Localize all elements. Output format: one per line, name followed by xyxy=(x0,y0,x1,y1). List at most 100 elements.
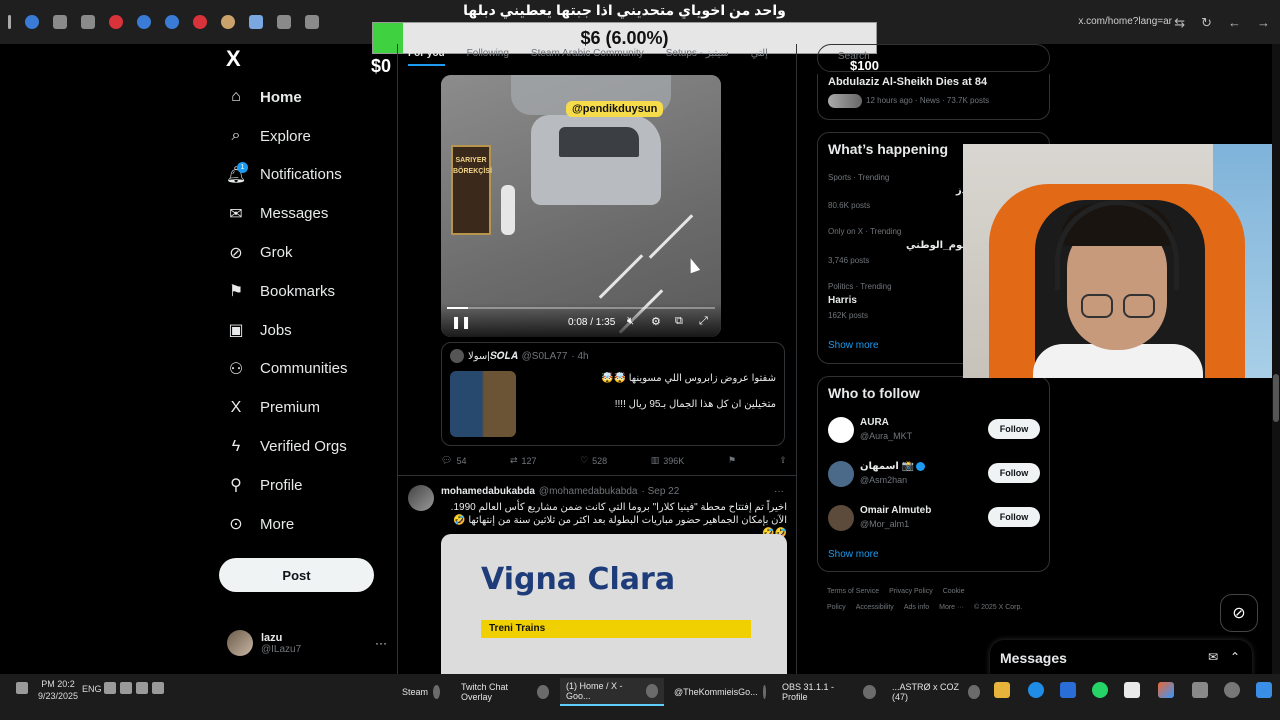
trend-name[interactable]: يوم_الوطني xyxy=(906,240,966,251)
youtube-icon[interactable] xyxy=(109,15,123,29)
chevron-up-icon[interactable] xyxy=(152,682,164,694)
nav-item-premium[interactable]: X Premium xyxy=(226,388,348,427)
reader-icon[interactable]: ⇆ xyxy=(1174,15,1185,31)
nav-item-bookmarks[interactable]: ⚑ Bookmarks xyxy=(226,272,348,311)
microphone-icon[interactable] xyxy=(136,682,148,694)
grok-floating-button[interactable]: ⊘ xyxy=(1220,594,1258,632)
video-progress-bar[interactable] xyxy=(447,307,715,309)
more-dots-icon[interactable]: ··· xyxy=(774,486,784,497)
share-button[interactable]: ⇪ xyxy=(779,455,787,466)
volume-icon[interactable] xyxy=(120,682,132,694)
nav-item-home[interactable]: ⌂ Home xyxy=(226,78,348,117)
whatsapp-icon[interactable] xyxy=(1092,682,1108,698)
cookie-icon[interactable] xyxy=(221,15,235,29)
footer-link[interactable]: Accessibility xyxy=(856,604,894,611)
post-button[interactable]: Post xyxy=(219,558,374,592)
nav-item-verified-orgs[interactable]: ϟ Verified Orgs xyxy=(226,427,348,466)
tab-3[interactable]: Setups - سيتبز xyxy=(666,48,729,70)
file-explorer-icon[interactable] xyxy=(994,682,1010,698)
copilot-icon[interactable] xyxy=(1158,682,1174,698)
video-player[interactable]: SARIYER BÖREKÇİSİ @pendikduysun ❚❚ 0:08 … xyxy=(441,75,721,337)
scrollbar-thumb[interactable] xyxy=(1273,374,1279,422)
more-dots-icon[interactable]: ··· xyxy=(375,636,387,650)
x-logo-icon[interactable]: X xyxy=(226,46,248,71)
page-scrollbar[interactable] xyxy=(1272,44,1280,674)
repost-button[interactable]: ⇄ 127 xyxy=(510,455,537,466)
nav-item-explore[interactable]: ⌕ Explore xyxy=(226,117,348,156)
expand-up-icon[interactable]: ⌃ xyxy=(1230,650,1240,664)
language-indicator[interactable]: ENG xyxy=(82,684,102,694)
network-icon[interactable] xyxy=(104,682,116,694)
taskbar-task[interactable]: Twitch Chat Overlay xyxy=(455,678,555,706)
taskbar-task[interactable]: @TheKommieisGo... xyxy=(668,678,772,706)
translate-icon[interactable] xyxy=(277,15,291,29)
taskbar-task[interactable]: OBS 31.1.1 - Profile xyxy=(776,678,882,706)
reload-icon[interactable]: ↻ xyxy=(1201,15,1212,31)
account-switcher[interactable]: lazu @ILazu7 ··· xyxy=(227,630,387,656)
nav-item-communities[interactable]: ⚇ Communities xyxy=(226,350,348,389)
footer-link[interactable]: Ads info xyxy=(904,604,929,611)
follow-button[interactable]: Follow xyxy=(988,463,1040,483)
notification-center-icon[interactable] xyxy=(16,682,28,694)
nav-item-grok[interactable]: ⊘ Grok xyxy=(226,233,348,272)
bookmark-button[interactable]: ⚑ xyxy=(728,455,736,466)
footer-link[interactable]: Terms of Service xyxy=(827,588,879,595)
screenshot-icon[interactable] xyxy=(305,15,319,29)
tab-2[interactable]: Steam Arabic Community xyxy=(531,48,644,70)
outlook-icon[interactable] xyxy=(1060,682,1076,698)
follow-suggestion[interactable]: Omair Almuteb @Mor_alm1 Follow xyxy=(828,503,1040,537)
footer-link[interactable]: © 2025 X Corp. xyxy=(974,604,1022,611)
tab-4[interactable]: إلتي xyxy=(751,48,768,70)
extension-red-icon[interactable] xyxy=(193,15,207,29)
mute-icon[interactable]: 🔇︎ xyxy=(627,315,634,328)
tab-0[interactable]: For you xyxy=(408,48,445,66)
picture-in-picture-icon[interactable]: ⧉ xyxy=(675,315,683,328)
nav-item-notifications[interactable]: 🔔︎ 1 Notifications xyxy=(226,156,348,195)
post-date[interactable]: · Sep 22 xyxy=(641,486,679,497)
post-image[interactable]: Vigna Clara Treni Trains xyxy=(441,534,787,674)
footer-link[interactable]: More ··· xyxy=(939,604,964,611)
taskbar-task[interactable]: (1) Home / X - Goo... xyxy=(560,678,664,706)
task-view-icon[interactable] xyxy=(1192,682,1208,698)
profile-icon[interactable] xyxy=(25,15,39,29)
tab-1[interactable]: Following xyxy=(467,48,509,70)
search-input[interactable]: Search xyxy=(817,44,1050,72)
address-bar[interactable]: x.com/home?lang=ar xyxy=(1078,16,1172,27)
quoted-post-image[interactable] xyxy=(450,371,516,437)
menu-dots-icon[interactable] xyxy=(8,15,11,29)
new-message-icon[interactable]: ✉ xyxy=(1208,650,1218,664)
playlist-icon[interactable] xyxy=(53,15,67,29)
nav-item-messages[interactable]: ✉ Messages xyxy=(226,194,348,233)
footer-link[interactable]: Privacy Policy xyxy=(889,588,933,595)
back-icon[interactable]: ← xyxy=(1228,15,1241,31)
author-name[interactable]: mohamedabukabda xyxy=(441,486,535,497)
bitwarden-icon[interactable] xyxy=(165,15,179,29)
follow-suggestion[interactable]: اسمهان 📸 @Asm2han Follow xyxy=(828,459,1040,493)
quoted-post[interactable]: سولا|𝑺𝑶𝑳𝑨 @S0LA77 · 4h شفتوا عروض زابروس… xyxy=(441,342,785,446)
taskbar-clock[interactable]: PM 20:2 9/23/2025 xyxy=(38,678,78,702)
nav-item-jobs[interactable]: ▣ Jobs xyxy=(226,311,348,350)
extensions-icon[interactable] xyxy=(81,15,95,29)
nav-item-more[interactable]: ⊙ More xyxy=(226,505,348,544)
follow-button[interactable]: Follow xyxy=(988,419,1040,439)
taskbar-task[interactable]: ...ASTRØ x COZ (47) xyxy=(886,678,986,706)
edge-icon[interactable] xyxy=(1028,682,1044,698)
views-button[interactable]: ▥ 396K xyxy=(651,455,685,466)
taskbar-task[interactable]: Steam xyxy=(396,678,446,706)
nav-item-profile[interactable]: ⚲ Profile xyxy=(226,466,348,505)
follow-suggestion[interactable]: AURA @Aura_MKT Follow xyxy=(828,415,1040,449)
follow-button[interactable]: Follow xyxy=(988,507,1040,527)
show-more-link[interactable]: Show more xyxy=(828,340,879,351)
store-icon[interactable] xyxy=(1124,682,1140,698)
windows-start-icon[interactable] xyxy=(1256,682,1272,698)
show-more-link[interactable]: Show more xyxy=(828,549,879,560)
news-card[interactable]: Abdulaziz Al-Sheikh Dies at 84 12 hours … xyxy=(817,74,1050,120)
audio-icon[interactable] xyxy=(137,15,151,29)
reply-button[interactable]: 💬︎ 54 xyxy=(441,455,466,466)
search-icon[interactable] xyxy=(1224,682,1240,698)
messages-drawer[interactable]: Messages ✉ ⌃ xyxy=(990,640,1252,676)
avatar[interactable] xyxy=(408,485,434,511)
star-icon[interactable] xyxy=(249,15,263,29)
settings-gear-icon[interactable]: ⚙ xyxy=(651,315,661,328)
forward-icon[interactable]: → xyxy=(1257,15,1270,31)
